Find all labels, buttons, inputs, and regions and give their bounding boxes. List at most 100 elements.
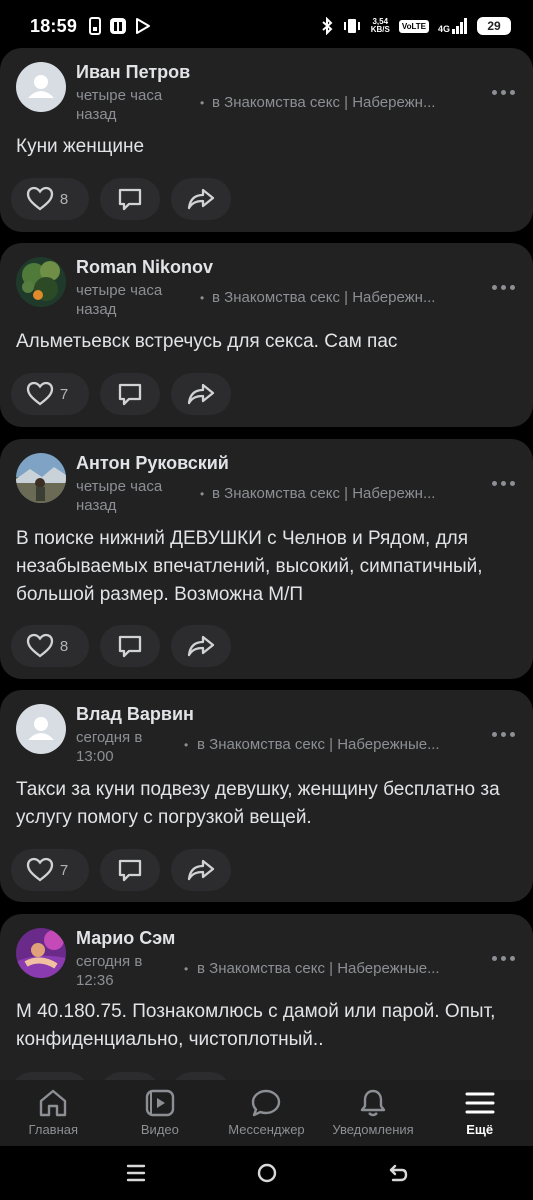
avatar[interactable] xyxy=(16,453,66,503)
sim-icon xyxy=(89,17,102,35)
nav-label: Видео xyxy=(140,1122,179,1137)
bottom-navigation: Главная Видео Мессенджер Уведомления Ещё xyxy=(0,1080,533,1146)
play-store-icon xyxy=(136,18,151,34)
post-group[interactable]: в Знакомства секс | Набережные... xyxy=(197,736,467,753)
comment-button[interactable] xyxy=(100,178,160,220)
nav-item-more[interactable]: Ещё xyxy=(426,1080,533,1146)
menu-icon xyxy=(465,1092,495,1114)
status-time: 18:59 xyxy=(30,15,78,36)
post-actions: 7 xyxy=(11,849,231,891)
post-actions: 8 xyxy=(11,178,231,220)
avatar[interactable] xyxy=(16,704,66,754)
meta-separator: • xyxy=(184,738,189,752)
share-button[interactable] xyxy=(171,178,231,220)
heart-icon xyxy=(26,857,53,882)
photo-avatar xyxy=(16,257,66,307)
nav-item-messenger[interactable]: Мессенджер xyxy=(213,1080,320,1146)
post-header: Иван Петров четыре часа назад • в Знаком… xyxy=(0,48,533,123)
avatar[interactable] xyxy=(16,257,66,307)
messenger-icon xyxy=(252,1089,281,1117)
more-options-icon[interactable] xyxy=(492,285,515,290)
nav-label: Главная xyxy=(28,1122,79,1137)
comment-icon xyxy=(118,188,142,211)
post-group[interactable]: в Знакомства секс | Набережные... xyxy=(197,960,467,977)
comment-button[interactable] xyxy=(100,625,160,667)
more-options-icon[interactable] xyxy=(492,90,515,95)
comment-button[interactable] xyxy=(100,1072,160,1080)
battery-indicator: 29 xyxy=(477,17,511,35)
share-button[interactable] xyxy=(171,373,231,415)
post-group[interactable]: в Знакомства секс | Набережн... xyxy=(212,94,467,111)
status-bar: 18:59 3,54 KB/S VoLTE 4G 29 xyxy=(0,0,533,52)
signal-icon xyxy=(452,18,467,34)
more-options-icon[interactable] xyxy=(492,732,515,737)
post-header: Roman Nikonov четыре часа назад • в Знак… xyxy=(0,243,533,318)
vibrate-icon xyxy=(343,19,360,33)
post-time: сегодня в 12:36 xyxy=(76,953,143,989)
post-actions: 7 xyxy=(11,373,231,415)
nav-label: Уведомления xyxy=(332,1122,414,1137)
author-name[interactable]: Марио Сэм xyxy=(76,928,175,949)
author-name[interactable]: Roman Nikonov xyxy=(76,257,213,278)
post-group[interactable]: в Знакомства секс | Набережн... xyxy=(212,485,467,502)
volte-badge: VoLTE xyxy=(398,19,429,33)
like-count: 8 xyxy=(59,190,69,208)
author-name[interactable]: Влад Варвин xyxy=(76,704,194,725)
meta-separator: • xyxy=(184,962,189,976)
comment-icon xyxy=(118,383,142,406)
meta-separator: • xyxy=(200,96,205,110)
post-header: Марио Сэм сегодня в 12:36 • в Знакомства… xyxy=(0,914,533,989)
home-button-icon[interactable] xyxy=(256,1162,278,1184)
heart-icon xyxy=(26,381,53,406)
recent-apps-icon[interactable] xyxy=(125,1162,147,1184)
avatar[interactable] xyxy=(16,62,66,112)
post-card: Антон Руковский четыре часа назад • в Зн… xyxy=(0,439,533,679)
nav-item-video[interactable]: Видео xyxy=(107,1080,214,1146)
bell-icon xyxy=(360,1089,386,1117)
like-button[interactable] xyxy=(11,1072,89,1080)
heart-icon xyxy=(26,186,53,211)
comment-button[interactable] xyxy=(100,373,160,415)
post-card: Иван Петров четыре часа назад • в Знаком… xyxy=(0,48,533,232)
share-icon xyxy=(187,383,215,405)
post-time: четыре часа назад xyxy=(76,87,163,123)
default-avatar-icon xyxy=(28,717,54,740)
like-button[interactable]: 7 xyxy=(11,849,89,891)
share-button[interactable] xyxy=(171,625,231,667)
bluetooth-icon xyxy=(322,17,333,35)
post-group[interactable]: в Знакомства секс | Набережн... xyxy=(212,289,467,306)
author-name[interactable]: Иван Петров xyxy=(76,62,190,83)
like-button[interactable]: 8 xyxy=(11,625,89,667)
feed[interactable]: Иван Петров четыре часа назад • в Знаком… xyxy=(0,48,533,1080)
post-text: Альметьевск встречусь для секса. Сам пас xyxy=(16,331,398,352)
author-name[interactable]: Антон Руковский xyxy=(76,453,229,474)
post-header: Антон Руковский четыре часа назад • в Зн… xyxy=(0,439,533,514)
back-icon[interactable] xyxy=(387,1162,409,1184)
like-count: 8 xyxy=(59,637,69,655)
comment-icon xyxy=(118,635,142,658)
share-button[interactable] xyxy=(171,1072,231,1080)
post-text: М 40.180.75. Познакомлюсь с дамой или па… xyxy=(16,1001,496,1050)
comment-button[interactable] xyxy=(100,849,160,891)
like-button[interactable]: 7 xyxy=(11,373,89,415)
avatar[interactable] xyxy=(16,928,66,978)
meta-separator: • xyxy=(200,487,205,501)
more-options-icon[interactable] xyxy=(492,956,515,961)
more-options-icon[interactable] xyxy=(492,481,515,486)
comment-icon xyxy=(118,859,142,882)
post-card: Влад Варвин сегодня в 13:00 • в Знакомст… xyxy=(0,690,533,902)
post-time: сегодня в 13:00 xyxy=(76,729,143,765)
share-icon xyxy=(187,635,215,657)
meta-separator: • xyxy=(200,291,205,305)
post-time: четыре часа назад xyxy=(76,478,163,514)
share-button[interactable] xyxy=(171,849,231,891)
nav-item-home[interactable]: Главная xyxy=(0,1080,107,1146)
nav-label: Ещё xyxy=(466,1122,494,1137)
share-icon xyxy=(187,859,215,881)
default-avatar-icon xyxy=(28,75,54,98)
photo-avatar xyxy=(16,928,66,978)
like-button[interactable]: 8 xyxy=(11,178,89,220)
post-text: Такси за куни подвезу девушку, женщину б… xyxy=(16,779,500,828)
signal-indicator: 4G xyxy=(438,18,468,34)
nav-item-notifications[interactable]: Уведомления xyxy=(320,1080,427,1146)
